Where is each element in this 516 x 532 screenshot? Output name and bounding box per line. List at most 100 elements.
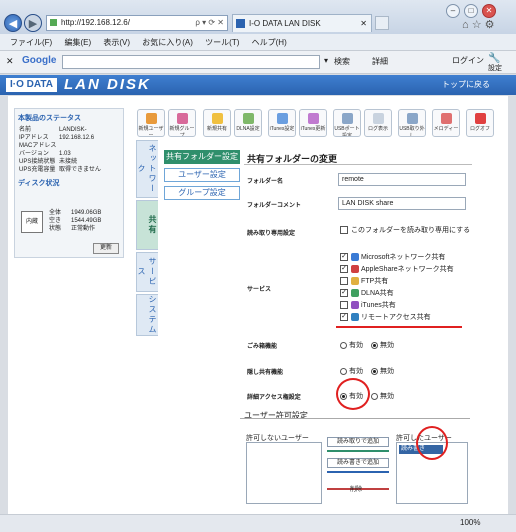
menu-favorites[interactable]: お気に入り(A)	[142, 34, 193, 51]
status-row: IPアドレス 192.168.12.6	[19, 135, 95, 141]
dlna-icon	[243, 113, 254, 124]
perm-divider	[240, 418, 470, 419]
menu-bar: ファイル(F) 編集(E) 表示(V) お気に入り(A) ツール(T) ヘルプ(…	[0, 34, 516, 51]
add-readonly-button[interactable]: 読み取りで追加	[327, 437, 389, 447]
melody-button[interactable]: メロディー	[432, 109, 460, 137]
toolbar-close-icon[interactable]: ✕	[6, 56, 14, 67]
itunes-update-button[interactable]: iTunes更新	[299, 109, 327, 137]
minimize-button[interactable]: –	[446, 4, 460, 18]
home-star-gear-icons[interactable]: ⌂ ☆ ⚙	[462, 18, 494, 31]
checkbox-checked[interactable]: ✓	[340, 289, 348, 298]
address-bar[interactable]: http://192.168.12.6/ ρ ▾ ⟳ ✕	[46, 15, 228, 31]
usb-eject-button[interactable]: USB取り外し	[398, 109, 426, 137]
checkbox-checked[interactable]: ✓	[340, 265, 348, 274]
tab-favicon	[236, 19, 245, 28]
menu-help[interactable]: ヘルプ(H)	[252, 34, 287, 51]
tab-service[interactable]: サービス	[136, 252, 158, 292]
checkbox-unchecked[interactable]	[340, 301, 348, 310]
apple-icon	[351, 265, 359, 274]
checkbox-unchecked[interactable]	[340, 277, 348, 286]
google-label: Google	[22, 55, 57, 66]
menu-edit[interactable]: 編集(E)	[64, 34, 91, 51]
google-search-input[interactable]	[62, 55, 320, 69]
itunes-icon	[351, 301, 359, 310]
service-microsoft[interactable]: ✓ Microsoftネットワーク共有	[340, 253, 445, 263]
status-row: UPS充電容量 取得できません	[19, 167, 101, 173]
disk-row: 状態 正常動作	[49, 226, 96, 232]
logoff-icon	[475, 113, 486, 124]
trash-disable-radio[interactable]	[370, 341, 378, 349]
browser-tab[interactable]: I-O DATA LAN DISK ✕	[232, 14, 372, 32]
search-dropdown-icon[interactable]: ▾	[324, 56, 328, 65]
checkbox-checked[interactable]: ✓	[340, 313, 348, 322]
side-user-settings[interactable]: ユーザー設定	[164, 168, 240, 182]
usb-port-settings-button[interactable]: USBポート設定	[333, 109, 361, 137]
delete-button[interactable]: 削除	[350, 484, 362, 493]
tab-network[interactable]: ネットワーク	[136, 140, 158, 198]
new-tab-button[interactable]	[375, 16, 389, 30]
readonly-checkbox-row[interactable]: このフォルダーを読み取り専用にする	[340, 226, 470, 236]
trash-label: ごみ箱機能	[247, 344, 278, 350]
status-row: 名前 LANDISK-	[19, 127, 87, 133]
service-ftp[interactable]: FTP共有	[340, 277, 388, 287]
menu-file[interactable]: ファイル(F)	[10, 34, 52, 51]
google-search-button[interactable]: 検索	[334, 56, 350, 67]
disk-row: 全体 1949.06GB	[49, 210, 102, 216]
side-share-folder-settings[interactable]: 共有フォルダー設定	[164, 150, 240, 164]
menu-view[interactable]: 表示(V)	[103, 34, 130, 51]
disk-list: 全体 1949.06GB 空き 1544.49GB 状態 正常動作	[49, 209, 101, 233]
service-dlna[interactable]: ✓ DLNA共有	[340, 289, 394, 299]
to-top-link[interactable]: トップに戻る	[442, 79, 490, 90]
status-row: UPS接続状態 未接続	[19, 159, 78, 165]
status-title: 本製品のステータス	[18, 115, 81, 122]
tab-close-icon[interactable]: ✕	[360, 15, 367, 32]
address-controls-icon[interactable]: ρ ▾ ⟳ ✕	[195, 16, 224, 30]
side-group-settings[interactable]: グループ設定	[164, 186, 240, 200]
add-readwrite-button[interactable]: 読み書きで追加	[327, 458, 389, 468]
new-group-button[interactable]: 新規グループ	[168, 109, 196, 137]
service-remote-access[interactable]: ✓ リモートアクセス共有	[340, 313, 431, 323]
new-user-button[interactable]: 新規ユーザー	[137, 109, 165, 137]
folder-name-input[interactable]: remote	[338, 173, 466, 186]
forward-button[interactable]: ▶	[24, 14, 42, 32]
readonly-checkbox[interactable]	[340, 226, 348, 235]
service-itunes[interactable]: iTunes共有	[340, 301, 396, 311]
close-button[interactable]: ✕	[482, 4, 496, 18]
update-button[interactable]: 更新	[93, 243, 119, 254]
status-list: 名前 LANDISK- IPアドレス 192.168.12.6 MACアドレス バー…	[19, 126, 123, 174]
hidden-enable-radio[interactable]	[340, 367, 347, 375]
page-icon	[50, 19, 57, 26]
settings-button[interactable]: 設定	[488, 63, 502, 73]
zoom-level[interactable]: 100%	[460, 518, 480, 527]
trash-enable-radio[interactable]	[340, 341, 347, 349]
maximize-button[interactable]: □	[464, 4, 478, 18]
hidden-disable-radio[interactable]	[370, 367, 378, 375]
red-circle-annotation-2	[416, 426, 448, 460]
logoff-button[interactable]: ログオフ	[466, 109, 494, 137]
tab-share[interactable]: 共有	[136, 200, 158, 250]
service-appleshare[interactable]: ✓ AppleShareネットワーク共有	[340, 265, 454, 275]
log-icon	[373, 113, 384, 124]
new-share-button[interactable]: 新規共有	[203, 109, 231, 137]
disk-row: 空き 1544.49GB	[49, 218, 102, 224]
back-button[interactable]: ◀	[4, 14, 22, 32]
denied-users-list[interactable]	[246, 442, 322, 504]
login-button[interactable]: ログイン	[452, 55, 484, 66]
usb-icon	[342, 113, 353, 124]
tab-title: I-O DATA LAN DISK	[249, 19, 321, 28]
comment-input[interactable]: LAN DISK share	[338, 197, 466, 210]
google-detail-button[interactable]: 詳細	[372, 56, 388, 67]
disk-icon: 内蔵	[21, 211, 43, 233]
readwrite-arrow-line	[327, 471, 389, 473]
menu-tools[interactable]: ツール(T)	[205, 34, 239, 51]
usb-eject-icon	[407, 113, 418, 124]
tab-system[interactable]: システム	[136, 294, 158, 336]
disk-title: ディスク状況	[18, 180, 60, 187]
product-name: LAN DISK	[64, 76, 151, 93]
checkbox-checked[interactable]: ✓	[340, 253, 348, 262]
readonly-arrow-line	[327, 450, 389, 452]
dlna-settings-button[interactable]: DLNA設定	[234, 109, 262, 137]
detail-access-disable-radio[interactable]	[370, 392, 378, 400]
log-view-button[interactable]: ログ表示	[364, 109, 392, 137]
itunes-settings-button[interactable]: iTunes設定	[268, 109, 296, 137]
